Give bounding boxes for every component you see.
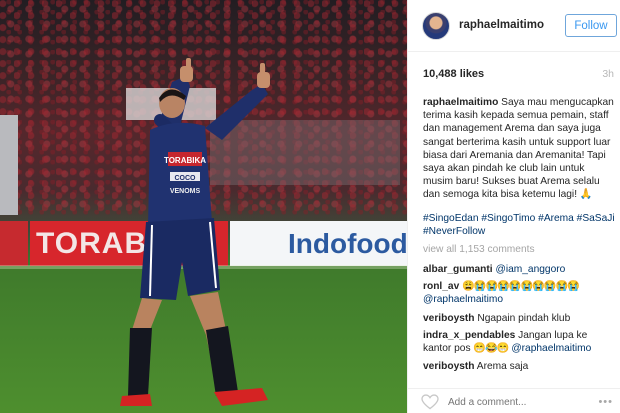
post-photo[interactable]: TORABIKA Indofood TORABIKA COCO VENOMS: [0, 0, 407, 413]
comment-username[interactable]: albar_gumanti: [423, 264, 493, 275]
comment-emoji: 😩😭😭😭😭😭😭😭😭😭: [462, 281, 580, 292]
view-all-comments-link[interactable]: view all 1,153 comments: [423, 244, 535, 255]
likes-count[interactable]: 10,488 likes: [423, 68, 484, 80]
post-panel: raphaelmaitimo Follow 10,488 likes 3h ra…: [407, 0, 620, 413]
hashtags[interactable]: #SingoEdan #SingoTimo #Arema #SaSaJi #Ne…: [423, 212, 615, 238]
comment-mention[interactable]: @raphaelmaitimo: [511, 343, 591, 354]
caption-text: Saya mau mengucapkan terima kasih kepada…: [423, 97, 614, 201]
like-heart-icon[interactable]: [421, 394, 439, 410]
caption-username[interactable]: raphaelmaitimo: [423, 97, 498, 108]
username-link[interactable]: raphaelmaitimo: [459, 19, 544, 31]
follow-button[interactable]: Follow: [565, 14, 617, 37]
post-footer: •••: [408, 388, 620, 413]
comment-item: albar_gumanti @iam_anggoro: [423, 263, 615, 276]
comment-item: ronl_av 😩😭😭😭😭😭😭😭😭😭 @raphaelmaitimo: [423, 280, 615, 306]
svg-text:COCO: COCO: [175, 175, 197, 182]
comment-mention[interactable]: @raphaelmaitimo: [423, 294, 503, 305]
more-options-icon[interactable]: •••: [598, 396, 613, 408]
add-comment-input[interactable]: [448, 397, 578, 408]
post-header: raphaelmaitimo Follow: [408, 0, 620, 52]
comment-username[interactable]: veriboysth: [423, 361, 475, 372]
comment-text: Ngapain pindah klub: [474, 313, 571, 324]
comment-username[interactable]: indra_x_pendables: [423, 330, 515, 341]
comment-username[interactable]: ronl_av: [423, 281, 459, 292]
caption-emoji: 🙏: [579, 189, 593, 201]
avatar[interactable]: [422, 12, 450, 40]
comment-text: Arema saja: [474, 361, 529, 372]
comment-item: veriboysth Arema saja: [423, 360, 615, 373]
comment-item: indra_x_pendables Jangan lupa ke kantor …: [423, 329, 615, 355]
comment-mention[interactable]: @iam_anggoro: [495, 264, 565, 275]
svg-text:VENOMS: VENOMS: [170, 188, 201, 195]
comment-item: veriboysth Ngapain pindah klub: [423, 312, 615, 325]
post-time[interactable]: 3h: [602, 68, 614, 80]
caption: raphaelmaitimo Saya mau mengucapkan teri…: [423, 96, 615, 202]
comment-username[interactable]: veriboysth: [423, 313, 475, 324]
player-figure: TORABIKA COCO VENOMS: [120, 58, 270, 406]
comment-emoji: 😁😂😁: [473, 343, 509, 355]
svg-text:TORABIKA: TORABIKA: [164, 156, 206, 165]
